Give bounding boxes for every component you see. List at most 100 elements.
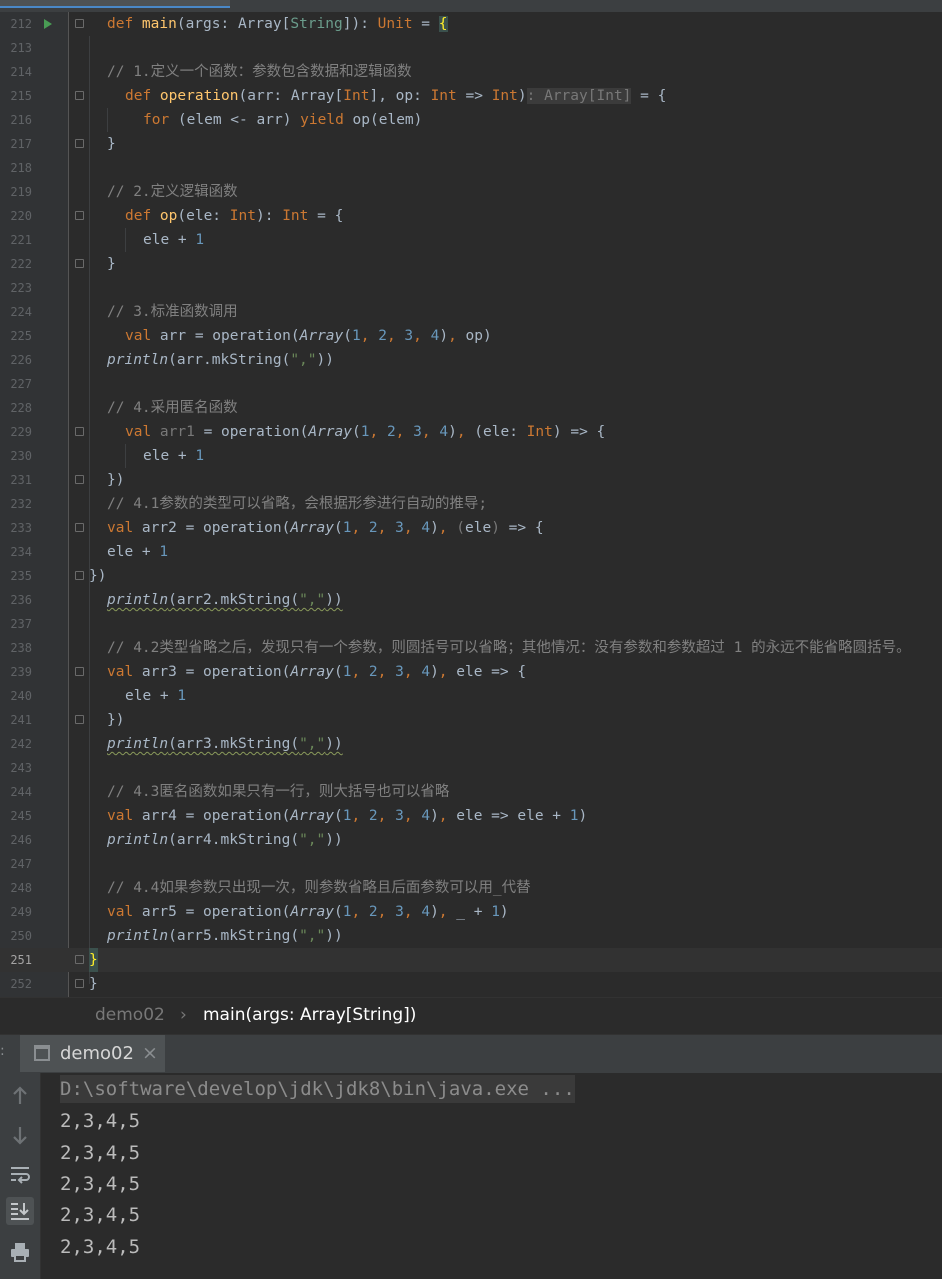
code-line[interactable]: 234 ele + 1 (0, 540, 942, 564)
console-output-line: 2,3,4,5 (60, 1173, 141, 1195)
line-number: 217 (10, 137, 32, 151)
code-text: } (89, 976, 98, 992)
run-tab-label: demo02 (60, 1043, 134, 1064)
breadcrumb: demo02 › main(args: Array[String]) (0, 997, 942, 1034)
fold-icon[interactable] (75, 91, 84, 100)
code-line[interactable]: 246 println(arr4.mkString(",")) (0, 828, 942, 852)
fold-icon[interactable] (75, 427, 84, 436)
line-number: 216 (10, 113, 32, 127)
code-text: println(arr3.mkString(",")) (107, 736, 343, 752)
line-number: 212 (10, 17, 32, 31)
code-line[interactable]: 249 val arr5 = operation(Array(1, 2, 3, … (0, 900, 942, 924)
more-icon[interactable]: : (0, 1043, 5, 1059)
line-number: 252 (10, 977, 32, 991)
line-number: 224 (10, 305, 32, 319)
breadcrumb-method[interactable]: main(args: Array[String]) (203, 1005, 416, 1025)
code-text: }) (107, 712, 125, 728)
line-number: 220 (10, 209, 32, 223)
code-line[interactable]: 242 println(arr3.mkString(",")) (0, 732, 942, 756)
fold-icon[interactable] (75, 667, 84, 676)
soft-wrap-icon[interactable] (6, 1160, 34, 1188)
code-text: ele + 1 (143, 232, 205, 248)
console-command-line[interactable]: D:\software\develop\jdk\jdk8\bin\java.ex… (60, 1075, 575, 1103)
fold-icon[interactable] (75, 19, 84, 28)
code-comment: // 2.定义逻辑函数 (107, 184, 238, 200)
scroll-to-end-icon[interactable] (6, 1197, 34, 1225)
code-line[interactable]: 241 }) (0, 708, 942, 732)
code-line[interactable]: 224 // 3.标准函数调用 (0, 300, 942, 324)
code-line[interactable]: 228 // 4.采用匿名函数 (0, 396, 942, 420)
fold-icon[interactable] (75, 211, 84, 220)
run-gutter-icon[interactable] (44, 19, 52, 29)
down-arrow-icon[interactable] (6, 1121, 34, 1149)
file-tab[interactable] (0, 0, 230, 8)
code-line[interactable]: 236 println(arr2.mkString(",")) (0, 588, 942, 612)
code-line[interactable]: 215 def operation(arr: Array[Int], op: I… (0, 84, 942, 108)
line-number: 246 (10, 833, 32, 847)
code-line[interactable]: 250 println(arr5.mkString(",")) (0, 924, 942, 948)
code-line[interactable]: 219 // 2.定义逻辑函数 (0, 180, 942, 204)
up-arrow-icon[interactable] (6, 1082, 34, 1110)
code-text: println(arr.mkString(",")) (107, 352, 334, 368)
code-editor[interactable]: 212 def main(args: Array[String]): Unit … (0, 0, 942, 997)
code-line[interactable]: 213 (0, 36, 942, 60)
line-number: 249 (10, 905, 32, 919)
code-line[interactable]: 223 (0, 276, 942, 300)
code-text: for (elem <- arr) yield op(elem) (143, 112, 423, 128)
code-line[interactable]: 217 } (0, 132, 942, 156)
code-line[interactable]: 222 } (0, 252, 942, 276)
code-line[interactable]: 226 println(arr.mkString(",")) (0, 348, 942, 372)
code-line[interactable]: 238 // 4.2类型省略之后，发现只有一个参数，则圆括号可以省略；其他情况：… (0, 636, 942, 660)
code-line[interactable]: 227 (0, 372, 942, 396)
fold-icon[interactable] (75, 571, 84, 580)
run-console[interactable]: D:\software\develop\jdk\jdk8\bin\java.ex… (0, 1073, 942, 1279)
line-number: 240 (10, 689, 32, 703)
code-line[interactable]: 218 (0, 156, 942, 180)
close-icon[interactable]: × (142, 1042, 158, 1064)
line-number: 225 (10, 329, 32, 343)
run-tab-demo02[interactable]: demo02 × (20, 1035, 165, 1072)
fold-icon[interactable] (75, 139, 84, 148)
fold-icon[interactable] (75, 475, 84, 484)
code-line[interactable]: 233 val arr2 = operation(Array(1, 2, 3, … (0, 516, 942, 540)
code-line[interactable]: 237 (0, 612, 942, 636)
code-line[interactable]: 252 } (0, 972, 942, 996)
code-line[interactable]: 245 val arr4 = operation(Array(1, 2, 3, … (0, 804, 942, 828)
fold-icon[interactable] (75, 979, 84, 988)
print-icon[interactable] (6, 1238, 34, 1266)
code-line[interactable]: 247 (0, 852, 942, 876)
code-text: println(arr2.mkString(",")) (107, 592, 343, 608)
line-number: 247 (10, 857, 32, 871)
line-number: 245 (10, 809, 32, 823)
code-line[interactable]: 240 ele + 1 (0, 684, 942, 708)
fold-icon[interactable] (75, 715, 84, 724)
fold-icon[interactable] (75, 523, 84, 532)
line-number: 248 (10, 881, 32, 895)
line-number: 213 (10, 41, 32, 55)
code-line[interactable]: 212 def main(args: Array[String]): Unit … (0, 12, 942, 36)
fold-icon[interactable] (75, 259, 84, 268)
code-line[interactable]: 214 // 1.定义一个函数：参数包含数据和逻辑函数 (0, 60, 942, 84)
code-line[interactable]: 248 // 4.4如果参数只出现一次，则参数省略且后面参数可以用_代替 (0, 876, 942, 900)
code-line[interactable]: 232 // 4.1参数的类型可以省略，会根据形参进行自动的推导; (0, 492, 942, 516)
line-number: 236 (10, 593, 32, 607)
code-line-current[interactable]: 251 } (0, 948, 942, 972)
fold-icon[interactable] (75, 955, 84, 964)
code-line[interactable]: 239 val arr3 = operation(Array(1, 2, 3, … (0, 660, 942, 684)
code-line[interactable]: 235 }) (0, 564, 942, 588)
code-text: val arr2 = operation(Array(1, 2, 3, 4), … (107, 520, 544, 536)
code-line[interactable]: 243 (0, 756, 942, 780)
code-line[interactable]: 216 for (elem <- arr) yield op(elem) (0, 108, 942, 132)
run-tool-window-header: : demo02 × (0, 1034, 942, 1074)
code-line[interactable]: 220 def op(ele: Int): Int = { (0, 204, 942, 228)
code-line[interactable]: 221 ele + 1 (0, 228, 942, 252)
code-line[interactable]: 230 ele + 1 (0, 444, 942, 468)
code-line[interactable]: 225 val arr = operation(Array(1, 2, 3, 4… (0, 324, 942, 348)
breadcrumb-object[interactable]: demo02 (95, 1005, 165, 1025)
line-number: 250 (10, 929, 32, 943)
code-line[interactable]: 229 val arr1 = operation(Array(1, 2, 3, … (0, 420, 942, 444)
line-number: 231 (10, 473, 32, 487)
code-text: def operation(arr: Array[Int], op: Int =… (125, 88, 667, 104)
code-line[interactable]: 231 }) (0, 468, 942, 492)
code-line[interactable]: 244 // 4.3匿名函数如果只有一行，则大括号也可以省略 (0, 780, 942, 804)
